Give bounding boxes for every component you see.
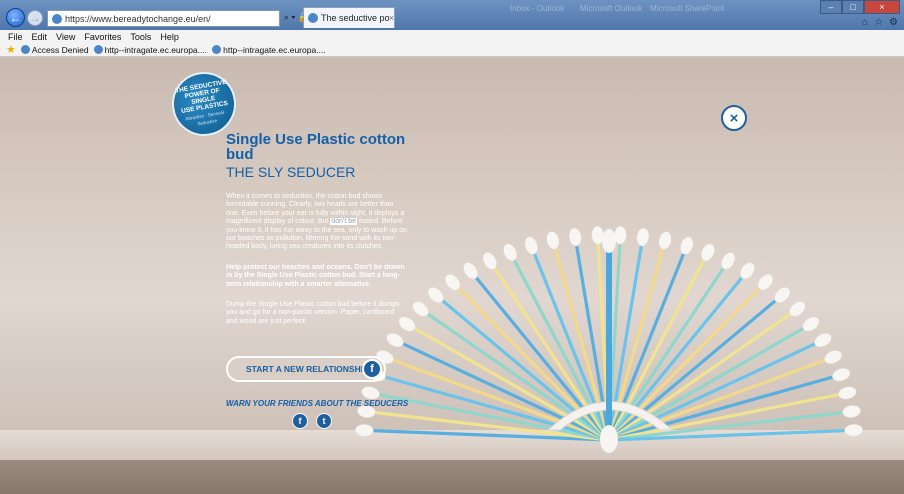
bud-tip — [838, 386, 857, 400]
browser-toolbar-icons: ⌂ ☆ ⚙ — [862, 17, 898, 28]
ie-page-icon — [93, 45, 103, 54]
dump-paragraph: Dump the Single Use Plastic cotton bud b… — [226, 301, 400, 325]
window-close-button[interactable]: × — [864, 0, 900, 14]
tab-favicon-icon — [308, 13, 318, 23]
warn-friends-label: WARN YOUR FRIENDS ABOUT THE SEDUCERS — [226, 399, 409, 408]
bud-tip — [636, 227, 650, 247]
menu-file[interactable]: File — [8, 32, 23, 42]
favorite-link[interactable]: http--intragate.ec.europa.... — [212, 45, 326, 55]
facebook-share-icon[interactable]: f — [292, 413, 308, 429]
article-paragraph: When it comes to seduction, the cotton b… — [226, 193, 408, 252]
article-title: Single Use Plastic cotton bud — [226, 131, 406, 163]
menu-view[interactable]: View — [56, 32, 75, 42]
close-icon: × — [729, 109, 739, 127]
highlighted-text: don't be — [330, 218, 357, 226]
faint-tab-label: Inbox - Outlook — [510, 4, 565, 13]
menu-favorites[interactable]: Favorites — [84, 32, 121, 42]
maximize-button[interactable]: □ — [842, 0, 864, 14]
cotton-bud-fan-illustration — [355, 225, 863, 453]
bud-tip — [832, 368, 851, 382]
bud-tip — [680, 236, 694, 255]
home-icon[interactable]: ⌂ — [862, 17, 868, 28]
bud-tip — [568, 227, 582, 247]
bud-tip — [802, 316, 820, 332]
back-button[interactable]: ← — [6, 8, 25, 27]
ie-page-icon — [212, 45, 222, 54]
window-controls: – □ × — [820, 0, 900, 14]
arrow-right-icon: → — [29, 11, 41, 25]
ie-page-icon — [20, 45, 30, 54]
browser-title-bar: Inbox - Outlook Microsoft Outlook Micros… — [0, 0, 904, 30]
bud-tip — [386, 332, 404, 348]
button-label: START A NEW RELATIONSHIP — [246, 364, 369, 374]
call-to-action-text: Help protect our beaches and oceans. Don… — [226, 263, 405, 288]
center-bud-stick — [606, 248, 612, 448]
menu-edit[interactable]: Edit — [32, 32, 48, 42]
minimize-button[interactable]: – — [820, 0, 842, 14]
center-bud-top-tip — [602, 229, 616, 253]
bud-tip — [412, 301, 429, 317]
forward-button[interactable]: → — [27, 10, 43, 26]
favorites-bar: ★ Access Denied http--intragate.ec.europ… — [0, 43, 904, 57]
web-page: THE SEDUCTIVE POWER OF SINGLE USE PLASTI… — [0, 58, 904, 494]
bud-tip — [842, 405, 861, 418]
faint-tab-label: Microsoft SharePoint — [650, 4, 725, 13]
favorite-link[interactable]: Access Denied — [20, 44, 89, 55]
favorite-label: http--intragate.ec.europa.... — [223, 44, 326, 55]
bud-tip — [701, 243, 715, 262]
address-bar[interactable]: https://www.bereadytochange.eu/en/ — [47, 10, 280, 27]
favorites-star-icon[interactable]: ★ — [6, 43, 16, 56]
bud-tip — [844, 423, 863, 437]
favorite-link[interactable]: http--intragate.ec.europa.... — [93, 44, 208, 55]
favorite-label: Access Denied — [31, 44, 89, 55]
tab-title: The seductive power of sin... — [321, 13, 389, 23]
menu-bar: File Edit View Favorites Tools Help — [0, 30, 904, 43]
bud-tip — [546, 231, 560, 250]
close-button[interactable]: × — [721, 105, 747, 131]
favorite-label: http--intragate.ec.europa.... — [104, 44, 208, 55]
arrow-left-icon: ← — [9, 10, 22, 25]
bud-tip — [814, 332, 832, 348]
tab-close-icon[interactable]: × — [389, 13, 394, 23]
favorites-star-icon[interactable]: ☆ — [874, 17, 883, 28]
bud-tip — [789, 301, 806, 317]
menu-tools[interactable]: Tools — [130, 32, 151, 42]
bud-tip — [658, 231, 672, 250]
article-content: Single Use Plastic cotton bud THE SLY SE… — [226, 132, 408, 326]
gear-icon[interactable]: ⚙ — [889, 17, 898, 28]
site-favicon-icon — [52, 13, 62, 24]
article-subtitle: THE SLY SEDUCER — [226, 164, 356, 180]
center-bud-bottom-tip — [600, 425, 618, 453]
bud-stick — [607, 293, 784, 442]
address-url[interactable]: https://www.bereadytochange.eu/en/ — [65, 14, 211, 24]
bud-stick — [434, 293, 611, 442]
facebook-icon[interactable]: f — [362, 359, 382, 379]
bud-tip — [524, 236, 538, 255]
bud-tip — [503, 243, 517, 262]
bud-tip — [824, 350, 842, 364]
bud-tip — [355, 423, 374, 437]
active-tab[interactable]: The seductive power of sin... × — [303, 7, 395, 28]
menu-help[interactable]: Help — [160, 32, 179, 42]
faint-tab-label: Microsoft Outlook — [580, 4, 643, 13]
start-new-relationship-button[interactable]: START A NEW RELATIONSHIP f — [226, 356, 386, 382]
twitter-share-icon[interactable]: t — [316, 413, 332, 429]
